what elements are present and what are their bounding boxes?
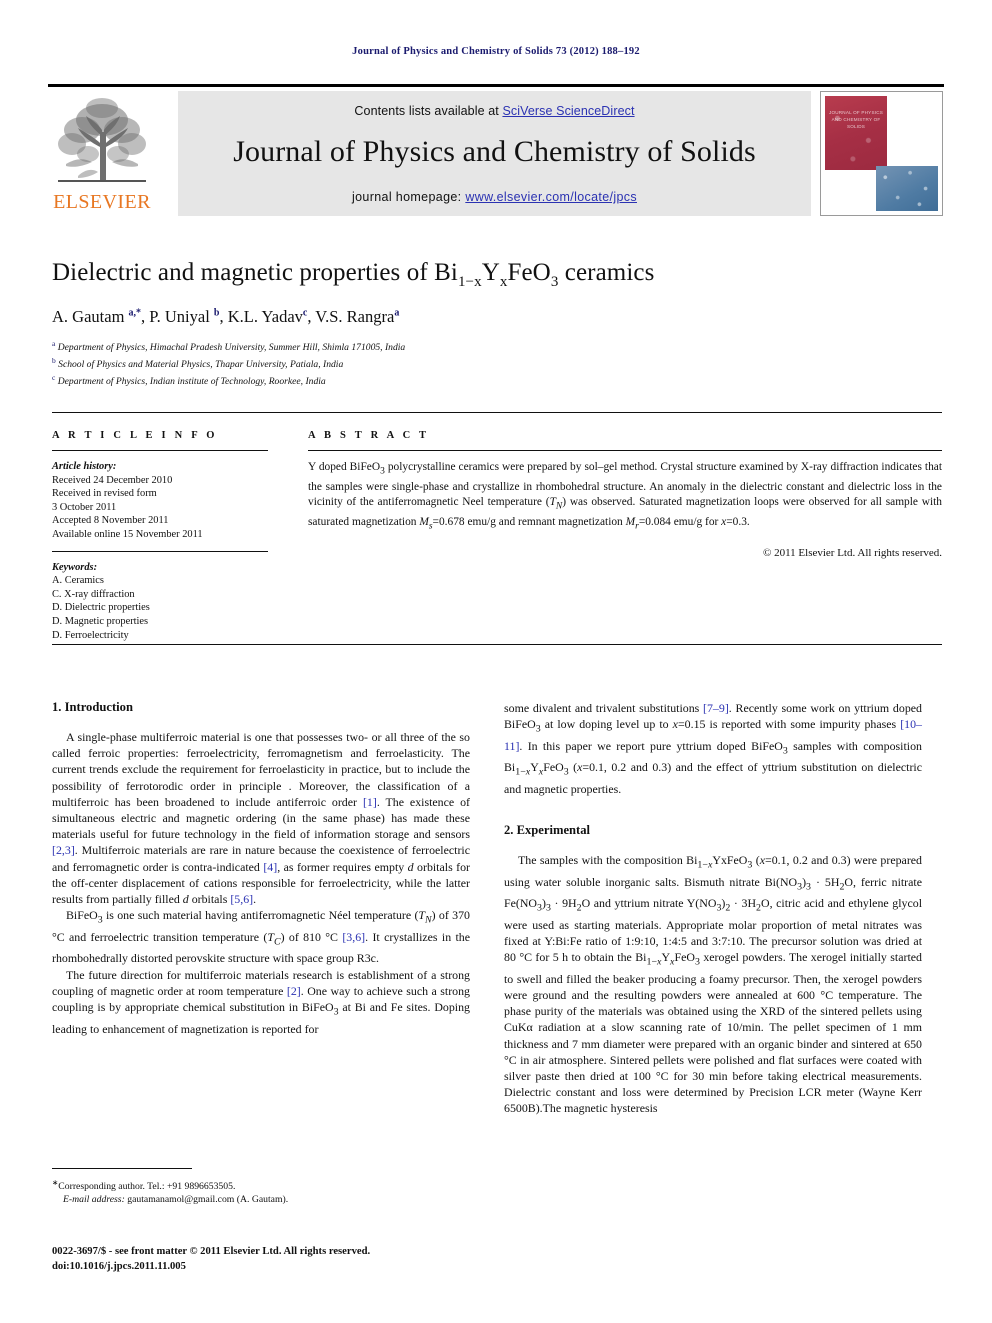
journal-homepage-link[interactable]: www.elsevier.com/locate/jpcs <box>465 190 637 204</box>
history-item-1: Received in revised form <box>52 488 157 500</box>
affil-mark-a: a <box>52 338 56 348</box>
intro-paragraph-3: The future direction for multiferroic ma… <box>52 967 470 1036</box>
abstract-column: A B S T R A C T Y doped BiFeO3 polycryst… <box>308 430 942 559</box>
elsevier-logo: ELSEVIER <box>48 92 156 216</box>
journal-masthead: ELSEVIER Contents lists available at Sci… <box>48 84 944 216</box>
issn-line: 0022-3697/$ - see front matter © 2011 El… <box>52 1246 371 1257</box>
experimental-paragraph-1: The samples with the composition Bi1−xYx… <box>504 853 923 1116</box>
homepage-prefix: journal homepage: <box>352 190 466 204</box>
affil-mark-b: b <box>52 356 56 366</box>
cover-red-panel: JOURNAL OF PHYSICS AND CHEMISTRY OF SOLI… <box>825 96 887 170</box>
journal-homepage-line: journal homepage: www.elsevier.com/locat… <box>178 190 811 204</box>
keyword-item-1: C. X-ray diffraction <box>52 588 135 600</box>
affiliation-a: a Department of Physics, Himachal Prades… <box>52 338 406 353</box>
contents-lists-line: Contents lists available at SciVerse Sci… <box>178 91 811 118</box>
keyword-item-0: A. Ceramics <box>52 575 104 587</box>
abstract-heading: A B S T R A C T <box>308 430 430 441</box>
author-affil-mark-a: a,* <box>128 307 142 319</box>
keyword-list: Keywords: A. Ceramics C. X-ray diffracti… <box>52 561 268 643</box>
article-info-heading: A R T I C L E I N F O <box>52 430 218 441</box>
title-mid: Y <box>481 259 500 286</box>
masthead-center-band: Contents lists available at SciVerse Sci… <box>178 91 811 216</box>
paper-page: Journal of Physics and Chemistry of Soli… <box>0 0 992 1323</box>
elsevier-wordmark: ELSEVIER <box>53 191 151 213</box>
author-affil-mark-a2: a <box>394 307 400 319</box>
body-column-left: 1. Introduction A single-phase multiferr… <box>52 700 470 1037</box>
abstract-text: Y doped BiFeO3 polycrystalline ceramics … <box>308 461 943 532</box>
journal-cover-thumbnail: JOURNAL OF PHYSICS AND CHEMISTRY OF SOLI… <box>820 91 943 216</box>
elsevier-tree-icon <box>58 98 146 182</box>
history-item-2: 3 October 2011 <box>52 501 117 513</box>
history-item-3: Accepted 8 November 2011 <box>52 515 169 527</box>
intro-paragraph-2: BiFeO3 is one such material having antif… <box>52 908 471 966</box>
affil-mark-c: c <box>52 373 56 383</box>
article-info-rule-2 <box>52 550 268 552</box>
affiliation-c: c Department of Physics, Indian institut… <box>52 373 326 388</box>
affiliation-list: a Department of Physics, Himachal Prades… <box>52 337 912 389</box>
abstract-rule <box>308 450 942 451</box>
journal-title: Journal of Physics and Chemistry of Soli… <box>233 135 756 168</box>
author-list: A. Gautam a,*, P. Uniyal b, K.L. Yadavc,… <box>52 306 400 326</box>
sciencedirect-link[interactable]: SciVerse ScienceDirect <box>502 104 634 118</box>
masthead-top-rule <box>48 84 944 87</box>
issn-copyright-block: 0022-3697/$ - see front matter © 2011 El… <box>52 1245 482 1274</box>
intro-paragraph-1: A single-phase multiferroic material is … <box>52 730 471 907</box>
keyword-item-2: D. Dielectric properties <box>52 602 150 614</box>
abstract-copyright: © 2011 Elsevier Ltd. All rights reserved… <box>762 547 942 560</box>
info-abstract-top-rule <box>52 412 942 413</box>
email-value: gautamanamol@gmail.com (A. Gautam). <box>127 1194 289 1206</box>
introduction-heading: 1. Introduction <box>52 700 133 714</box>
corresponding-author-note: ∗Corresponding author. Tel.: +91 9896653… <box>52 1176 470 1193</box>
email-label: E-mail address: <box>63 1194 125 1206</box>
keywords-label: Keywords: <box>52 561 98 573</box>
corresponding-author-text: Corresponding author. Tel.: +91 98966535… <box>58 1181 236 1193</box>
footnote-area: ∗Corresponding author. Tel.: +91 9896653… <box>52 1168 470 1206</box>
experimental-heading: 2. Experimental <box>504 823 591 838</box>
cover-title-text: JOURNAL OF PHYSICS AND CHEMISTRY OF SOLI… <box>829 110 883 129</box>
article-history: Article history: Received 24 December 20… <box>52 460 268 542</box>
title-mid-2: FeO <box>507 259 551 286</box>
article-history-label: Article history: <box>52 461 117 472</box>
keyword-item-3: D. Magnetic properties <box>52 615 149 627</box>
body-column-right: some divalent and trivalent substitution… <box>504 700 922 1117</box>
doi-line: doi:10.1016/j.jpcs.2011.11.005 <box>52 1260 186 1272</box>
title-suffix: ceramics <box>558 259 655 286</box>
title-block: Dielectric and magnetic properties of Bi… <box>52 258 912 389</box>
email-note: E-mail address: gautamanamol@gmail.com (… <box>52 1193 470 1206</box>
keyword-item-4: D. Ferroelectricity <box>52 629 129 641</box>
history-item-4: Available online 15 November 2011 <box>52 528 203 540</box>
title-prefix: Dielectric and magnetic properties of Bi <box>52 259 458 286</box>
history-item-0: Received 24 December 2010 <box>52 474 173 486</box>
affiliation-b: b School of Physics and Material Physics… <box>52 356 344 371</box>
author-affil-mark-b: b <box>213 307 220 319</box>
page-title: Dielectric and magnetic properties of Bi… <box>52 258 912 292</box>
article-info-rule-1 <box>52 450 268 451</box>
footnote-rule <box>52 1168 192 1169</box>
running-head: Journal of Physics and Chemistry of Soli… <box>352 46 640 57</box>
intro-paragraph-4: some divalent and trivalent substitution… <box>504 701 922 796</box>
contents-prefix: Contents lists available at <box>354 104 503 118</box>
cover-blue-panel <box>876 166 938 211</box>
title-sub-1: 1−x <box>457 274 482 290</box>
info-abstract-bottom-rule <box>52 644 942 645</box>
article-info-column: A R T I C L E I N F O Article history: R… <box>52 430 268 642</box>
author-affil-mark-c: c <box>302 307 308 319</box>
